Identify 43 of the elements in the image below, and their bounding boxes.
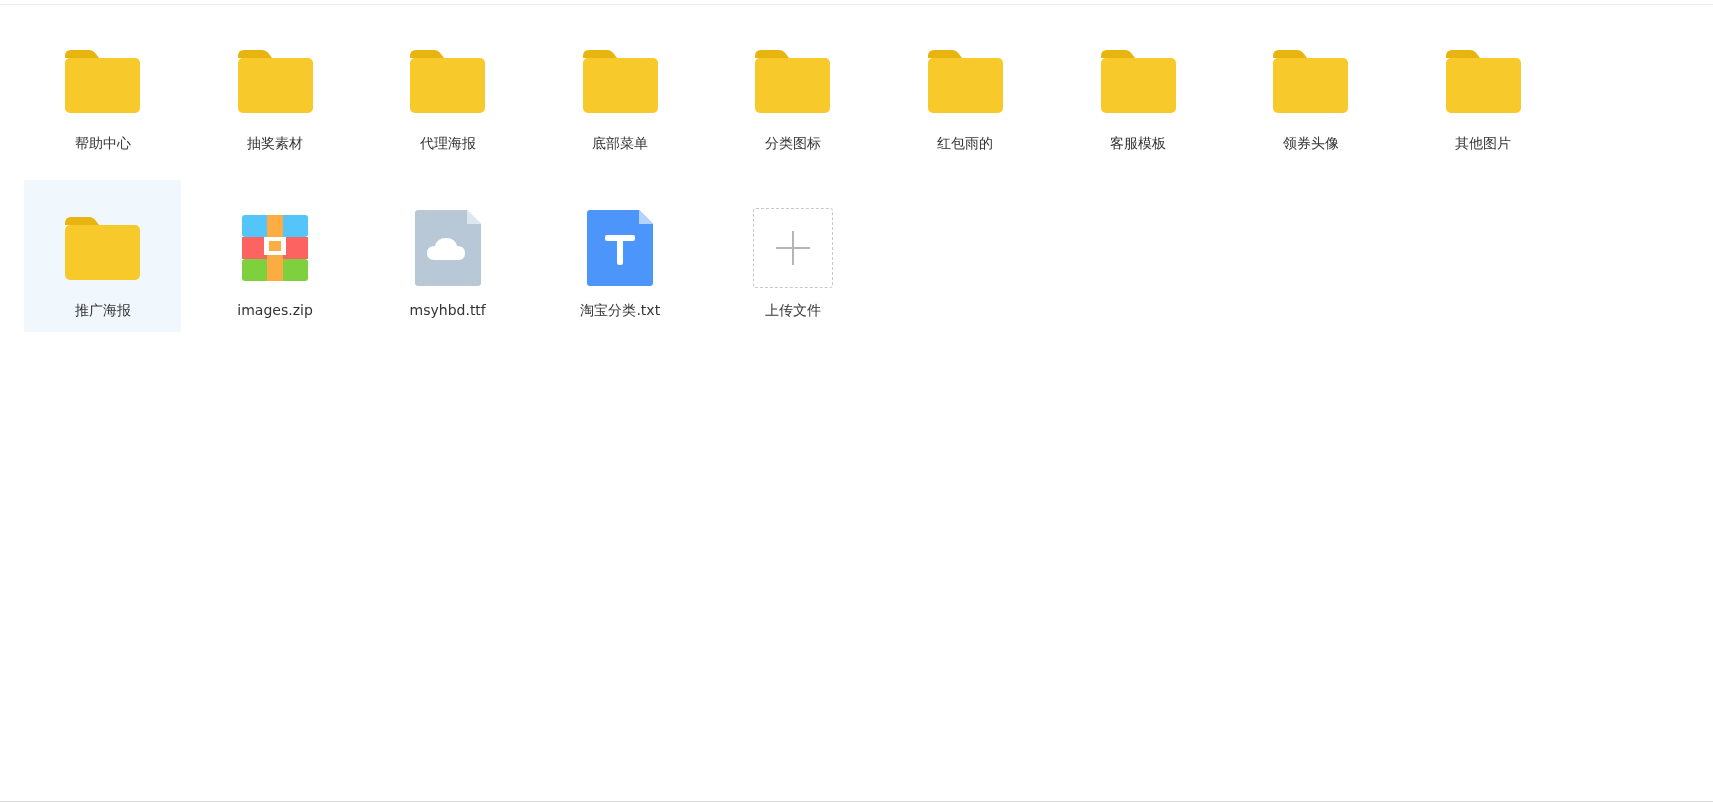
file-name: 领券头像 (1282, 135, 1339, 153)
archive-icon (242, 215, 309, 281)
cloud-file-icon (414, 210, 481, 286)
file-tile[interactable]: 客服模板 (1059, 13, 1217, 165)
folder-icon (582, 49, 658, 113)
folder-icon (65, 49, 140, 113)
file-name: msyhbd.ttf (409, 302, 486, 318)
file-name: 客服模板 (1110, 135, 1167, 153)
file-tile[interactable]: 淘宝分类.txt (541, 180, 699, 332)
file-name: images.zip (237, 302, 313, 318)
file-name: 分类图标 (764, 135, 821, 153)
file-name: 底部菜单 (592, 135, 649, 153)
file-name: 帮助中心 (74, 135, 131, 153)
file-tile[interactable]: 分类图标 (714, 13, 872, 165)
file-tile[interactable]: 红包雨的 (886, 13, 1044, 165)
file-name: 淘宝分类.txt (580, 302, 661, 320)
folder-icon (410, 49, 486, 113)
file-name: 上传文件 (764, 302, 821, 320)
file-tile[interactable]: images.zip (196, 180, 354, 332)
file-tile[interactable]: 领券头像 (1232, 13, 1390, 165)
folder-icon (237, 49, 313, 113)
folder-icon (65, 216, 140, 280)
file-name: 其他图片 (1455, 135, 1512, 153)
file-tile[interactable]: 推广海报 (24, 180, 181, 332)
file-name: 代理海报 (419, 135, 476, 153)
file-tile[interactable]: 上传文件 (714, 180, 872, 332)
upload-box[interactable] (752, 208, 833, 288)
folder-icon (927, 49, 1003, 113)
file-tile[interactable]: 抽奖素材 (196, 13, 354, 165)
folder-icon (1273, 49, 1349, 113)
text-file-icon (587, 210, 654, 286)
file-name: 抽奖素材 (247, 135, 304, 153)
file-tile[interactable]: 底部菜单 (541, 13, 699, 165)
file-name: 红包雨的 (937, 135, 994, 153)
folder-icon (755, 49, 831, 113)
file-tile[interactable]: 其他图片 (1404, 13, 1562, 165)
folder-icon (1445, 49, 1521, 113)
file-tile[interactable]: 代理海报 (369, 13, 527, 165)
file-tile[interactable]: 帮助中心 (24, 13, 181, 165)
plus-icon (775, 231, 810, 265)
file-name: 推广海报 (74, 302, 131, 320)
file-tile[interactable]: msyhbd.ttf (369, 180, 527, 332)
folder-icon (1100, 49, 1176, 113)
